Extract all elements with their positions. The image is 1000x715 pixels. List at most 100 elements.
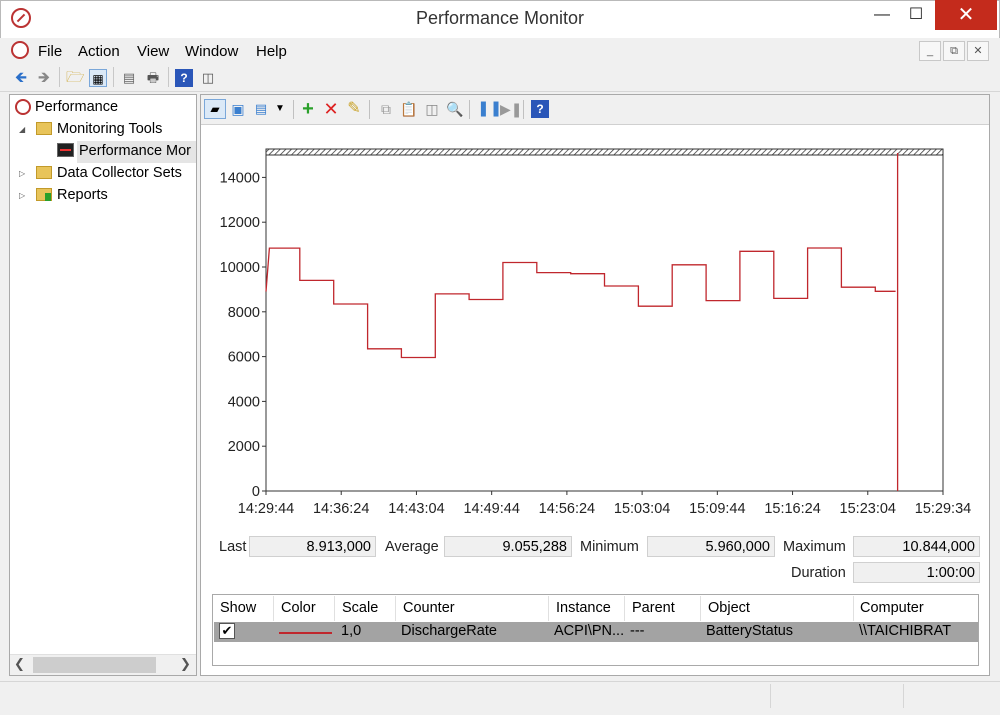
last-label: Last (219, 539, 247, 555)
column-header-color[interactable]: Color (281, 600, 316, 616)
mdi-minimize-button[interactable]: _ (919, 41, 941, 61)
tree-item-reports[interactable]: Reports (57, 187, 108, 203)
x-tick-label: 14:56:24 (539, 501, 595, 517)
scrollbar-thumb[interactable] (33, 657, 156, 673)
properties-icon[interactable]: ◫ (423, 100, 441, 118)
y-tick-label: 0 (252, 484, 260, 500)
copy-properties-icon[interactable]: ⧉ (377, 100, 395, 118)
maximize-button[interactable]: ☐ (893, 0, 939, 30)
mmc-icon[interactable] (11, 41, 29, 59)
zoom-icon[interactable]: 🔍 (446, 100, 464, 118)
cell-parent: --- (630, 623, 645, 639)
x-tick-label: 15:03:04 (614, 501, 670, 517)
menu-window[interactable]: Window (185, 43, 238, 60)
expanded-triangle-icon[interactable]: ◢ (19, 125, 25, 134)
minimum-value: 5.960,000 (647, 536, 775, 557)
y-tick-label: 8000 (228, 305, 260, 321)
add-counter-icon[interactable]: + (299, 99, 317, 119)
scroll-right-icon[interactable]: ❯ (180, 656, 191, 672)
up-folder-icon[interactable]: 🗁 (66, 69, 85, 87)
column-header-scale[interactable]: Scale (342, 600, 378, 616)
back-arrow-icon[interactable]: 🡸 (12, 69, 30, 87)
column-separator (624, 596, 625, 621)
console-tree (9, 94, 197, 676)
properties-icon[interactable]: ◫ (199, 69, 217, 87)
average-value: 9.055,288 (444, 536, 572, 557)
report-folder-icon (36, 188, 52, 201)
menu-file[interactable]: File (38, 43, 62, 60)
column-separator (334, 596, 335, 621)
cell-object: BatteryStatus (706, 623, 794, 639)
tree-item-data-collector-sets[interactable]: Data Collector Sets (57, 165, 182, 181)
column-header-computer[interactable]: Computer (860, 600, 924, 616)
cell-instance: ACPI\PN... (554, 623, 625, 639)
change-graph-type-icon[interactable]: ▤ (252, 100, 270, 118)
forward-arrow-icon[interactable]: 🡺 (35, 69, 53, 87)
menu-help[interactable]: Help (256, 43, 287, 60)
freeze-display-icon[interactable]: ❚❚ (477, 100, 502, 118)
collapsed-triangle-icon[interactable]: ▷ (19, 169, 25, 178)
view-current-activity-icon[interactable]: ▰ (204, 99, 226, 119)
paste-counter-icon[interactable]: 📋 (400, 100, 418, 118)
tree-item-performance-monitor[interactable]: Performance Mor (79, 143, 196, 159)
column-header-counter[interactable]: Counter (403, 600, 455, 616)
tree-item-performance[interactable]: Performance (35, 99, 118, 115)
help-icon[interactable]: ? (175, 69, 193, 87)
y-tick-label: 4000 (228, 394, 260, 410)
cell-counter: DischargeRate (401, 623, 497, 639)
maximum-value: 10.844,000 (853, 536, 980, 557)
column-header-show[interactable]: Show (220, 600, 256, 616)
column-separator (273, 596, 274, 621)
close-button[interactable]: ✕ (935, 0, 997, 30)
toolbar-separator (113, 67, 114, 87)
tree-item-monitoring-tools[interactable]: Monitoring Tools (57, 121, 162, 137)
x-tick-label: 14:29:44 (238, 501, 294, 517)
column-header-parent[interactable]: Parent (632, 600, 675, 616)
column-separator (853, 596, 854, 621)
x-tick-label: 14:43:04 (388, 501, 444, 517)
print-icon[interactable]: 🖶 (144, 69, 162, 87)
export-list-icon[interactable]: ▤ (120, 69, 138, 87)
cell-scale: 1,0 (341, 623, 362, 639)
delete-counter-icon[interactable]: ✕ (322, 100, 340, 118)
folder-icon (36, 122, 52, 135)
toolbar-separator (469, 100, 470, 119)
mdi-restore-button[interactable]: ⧉ (943, 41, 965, 61)
status-bar (0, 681, 1000, 715)
minimum-label: Minimum (580, 539, 639, 555)
status-separator (770, 684, 771, 708)
average-label: Average (385, 539, 439, 555)
x-tick-label: 15:23:04 (840, 501, 896, 517)
duration-value: 1:00:00 (853, 562, 980, 583)
help-icon[interactable]: ? (531, 100, 549, 118)
column-separator (395, 596, 396, 621)
series-color-swatch (279, 632, 332, 634)
collapsed-triangle-icon[interactable]: ▷ (19, 191, 25, 200)
view-log-data-icon[interactable]: ▣ (229, 100, 247, 118)
mdi-close-button[interactable]: ✕ (967, 41, 989, 61)
highlight-pencil-icon[interactable]: ✎ (345, 100, 363, 118)
scale-band (265, 148, 944, 156)
cell-computer: \\TAICHIBRAT (859, 623, 952, 639)
scroll-left-icon[interactable]: ❮ (14, 656, 25, 672)
show-hide-tree-icon[interactable]: ▦ (89, 69, 107, 87)
menu-view[interactable]: View (137, 43, 169, 60)
folder-icon (36, 166, 52, 179)
toolbar-separator (293, 100, 294, 119)
toolbar-separator (59, 67, 60, 87)
x-tick-label: 14:36:24 (313, 501, 369, 517)
graph-toolbar (201, 95, 989, 125)
chevron-down-icon[interactable]: ▼ (271, 100, 289, 118)
update-data-icon[interactable]: ▶❚ (500, 100, 523, 118)
performance-monitor-icon (57, 143, 74, 157)
line-chart: 0 2000 4000 6000 8000 10000 12000 14000 14:29:44… (220, 148, 971, 517)
y-tick-label: 12000 (220, 215, 260, 231)
x-tick-label: 15:09:44 (689, 501, 745, 517)
menu-action[interactable]: Action (78, 43, 120, 60)
column-separator (700, 596, 701, 621)
y-tick-label: 6000 (228, 350, 260, 366)
show-checkbox[interactable]: ✔ (219, 623, 235, 639)
column-header-instance[interactable]: Instance (556, 600, 611, 616)
toolbar-separator (523, 100, 524, 119)
column-header-object[interactable]: Object (708, 600, 750, 616)
